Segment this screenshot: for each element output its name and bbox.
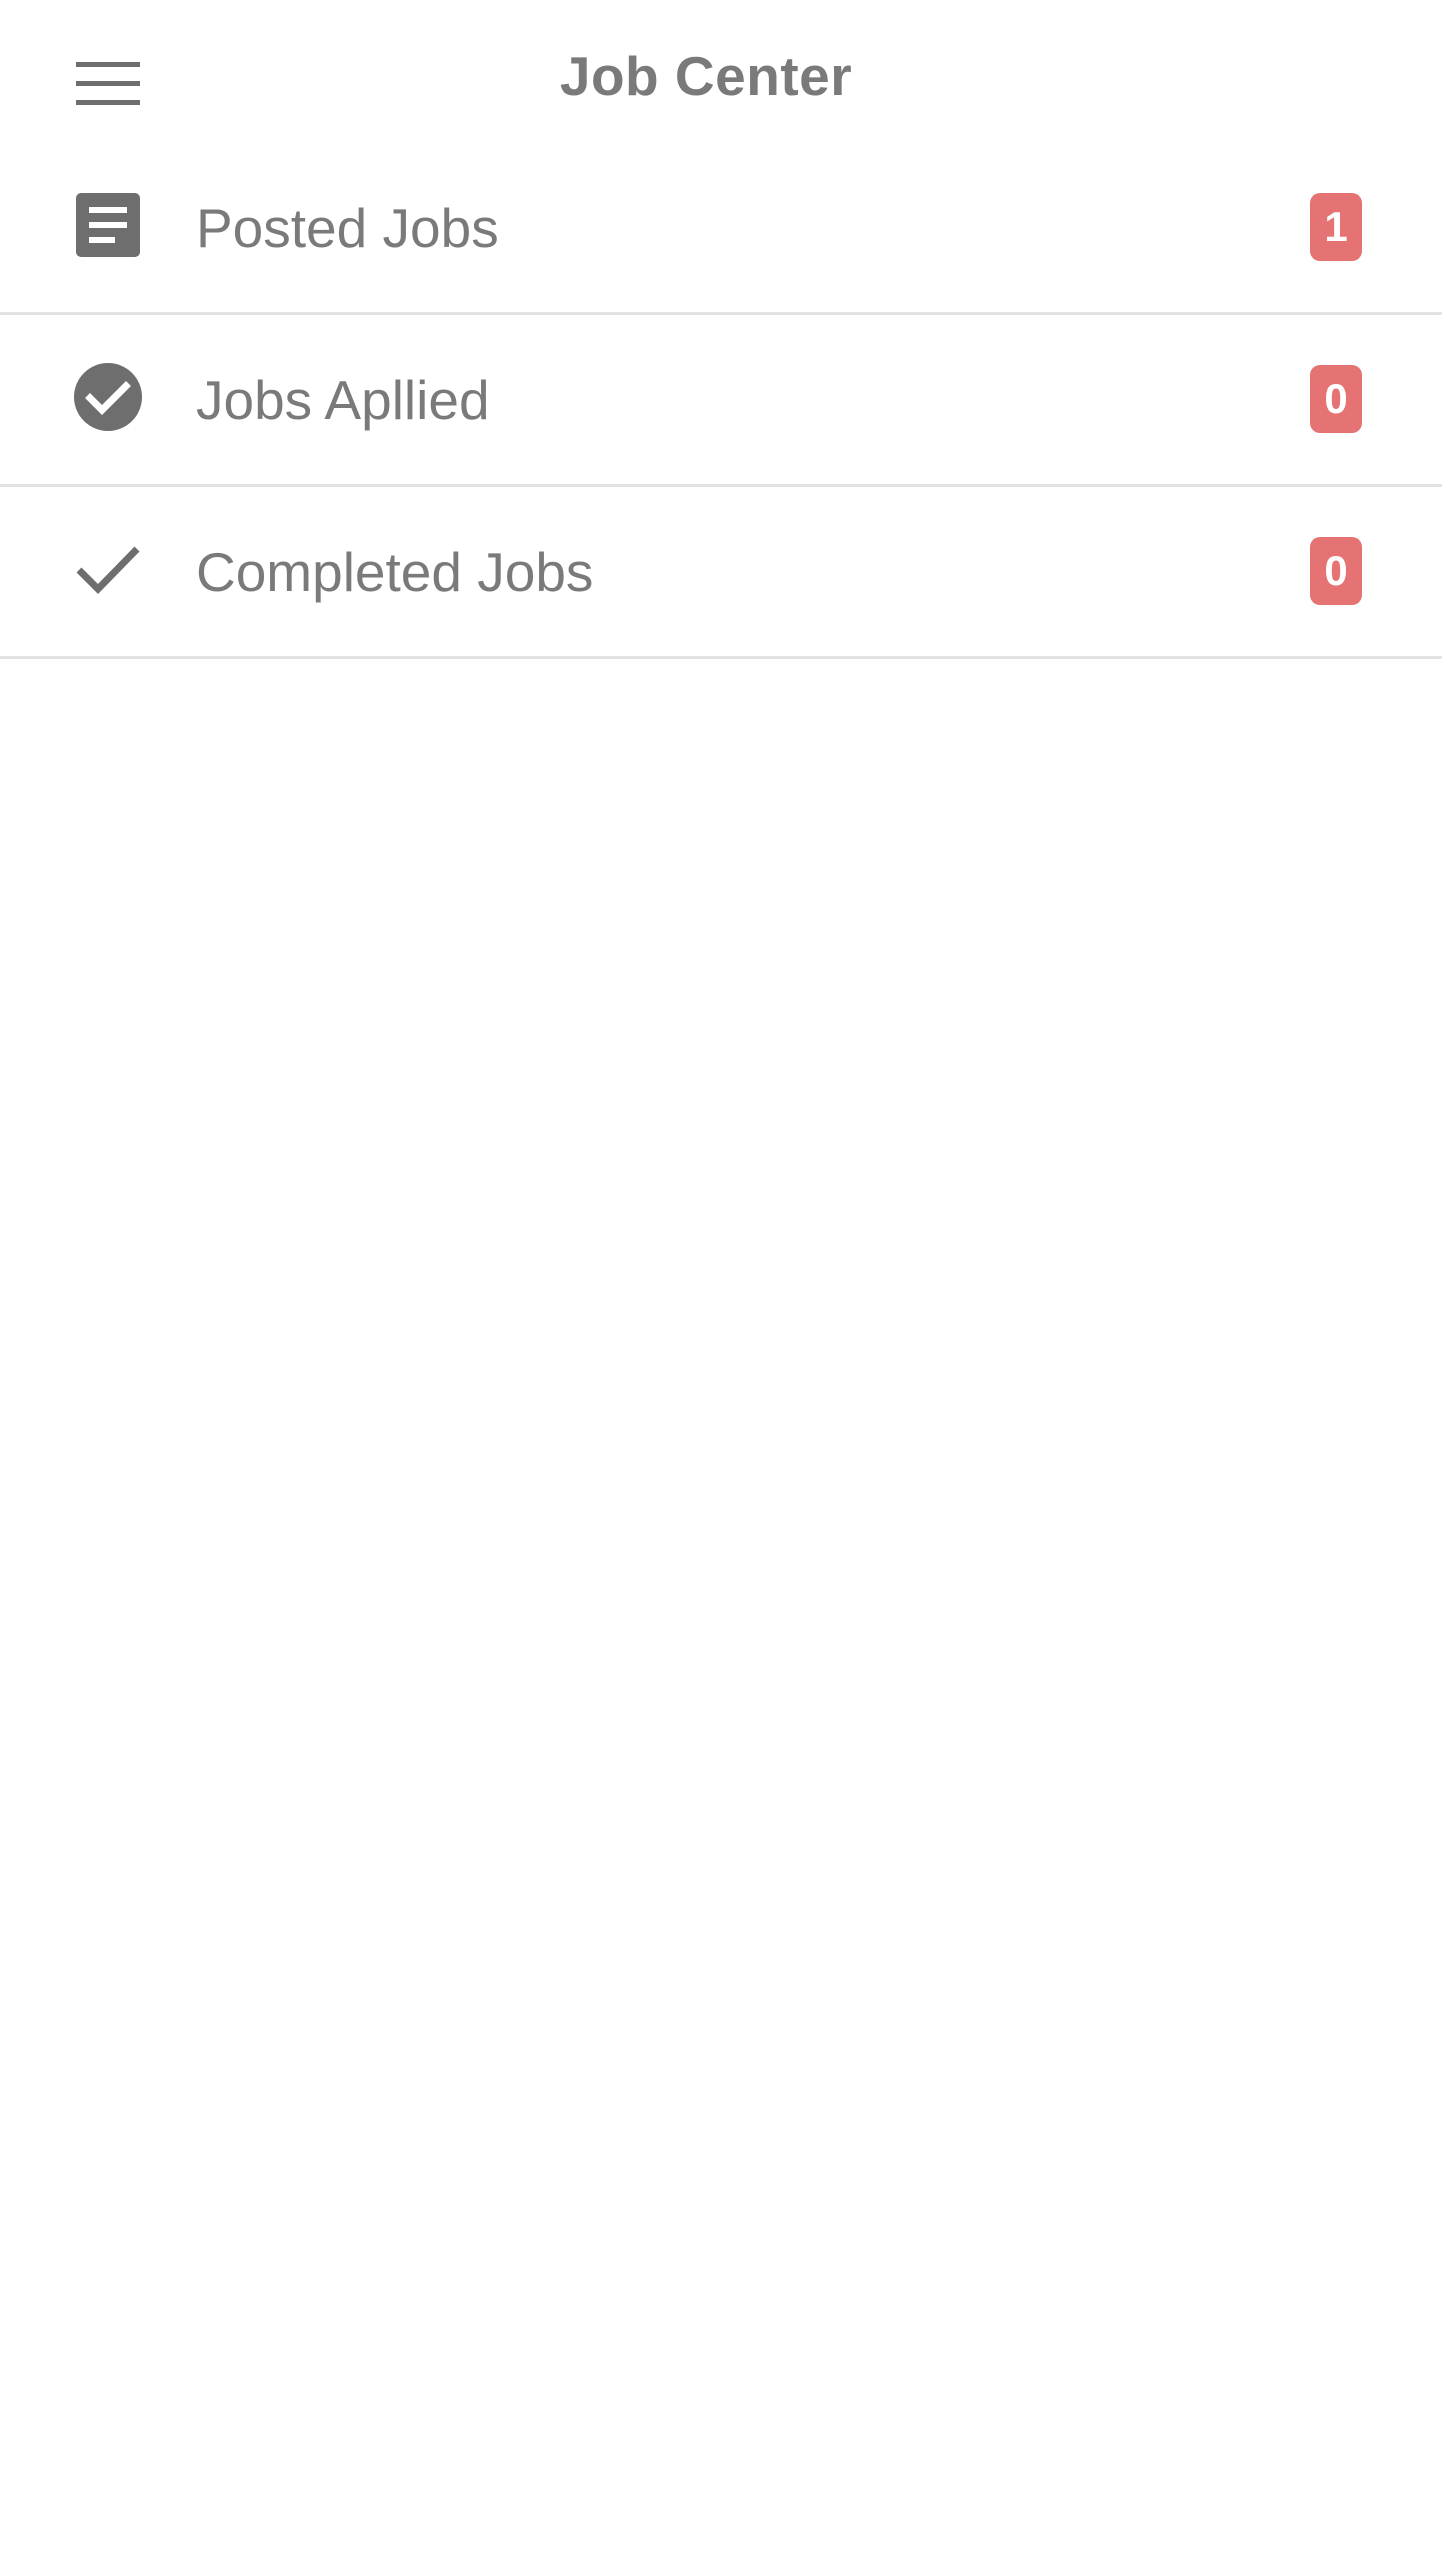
job-center-screen: Job Center Posted Jobs 1 Jobs Apllied 0 … — [0, 0, 1442, 2562]
list-item-jobs-applied[interactable]: Jobs Apllied 0 — [0, 315, 1442, 487]
completed-jobs-label: Completed Jobs — [196, 541, 594, 603]
job-list: Posted Jobs 1 Jobs Apllied 0 Completed J… — [0, 143, 1442, 659]
posted-jobs-count-badge: 1 — [1310, 193, 1362, 261]
document-icon — [66, 183, 150, 267]
app-header: Job Center — [0, 0, 1442, 152]
list-item-completed-jobs[interactable]: Completed Jobs 0 — [0, 487, 1442, 659]
posted-jobs-label: Posted Jobs — [196, 197, 499, 259]
jobs-applied-count-badge: 0 — [1310, 365, 1362, 433]
list-item-posted-jobs[interactable]: Posted Jobs 1 — [0, 143, 1442, 315]
checkmark-icon — [66, 527, 150, 611]
jobs-applied-label: Jobs Apllied — [196, 369, 490, 431]
check-circle-icon — [66, 355, 150, 439]
completed-jobs-count-badge: 0 — [1310, 537, 1362, 605]
page-title: Job Center — [559, 45, 853, 107]
